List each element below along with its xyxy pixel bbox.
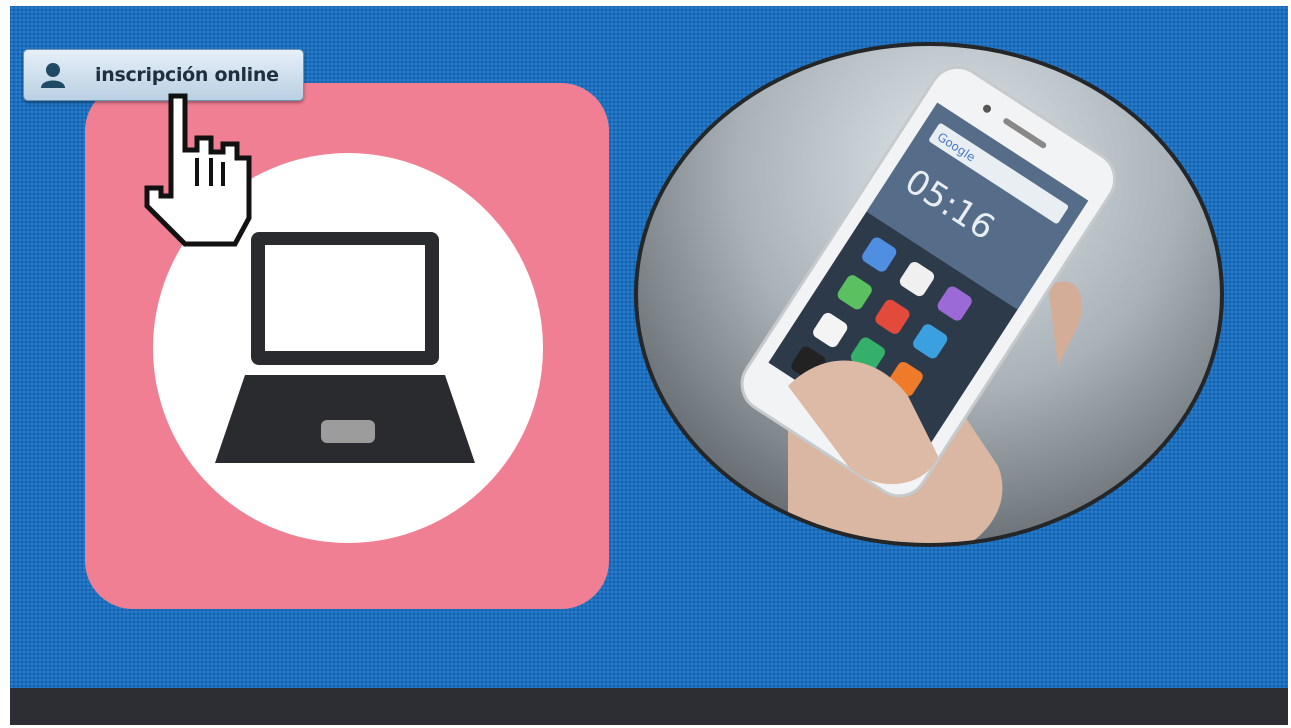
registration-label: inscripción online	[95, 64, 279, 86]
smartphone-photo: Google 05:16	[634, 42, 1224, 547]
hand-pointer-icon	[144, 93, 252, 247]
slide-frame: inscripción online Google 05:16	[10, 6, 1288, 725]
bottom-bar	[10, 688, 1288, 725]
user-icon	[41, 63, 65, 88]
